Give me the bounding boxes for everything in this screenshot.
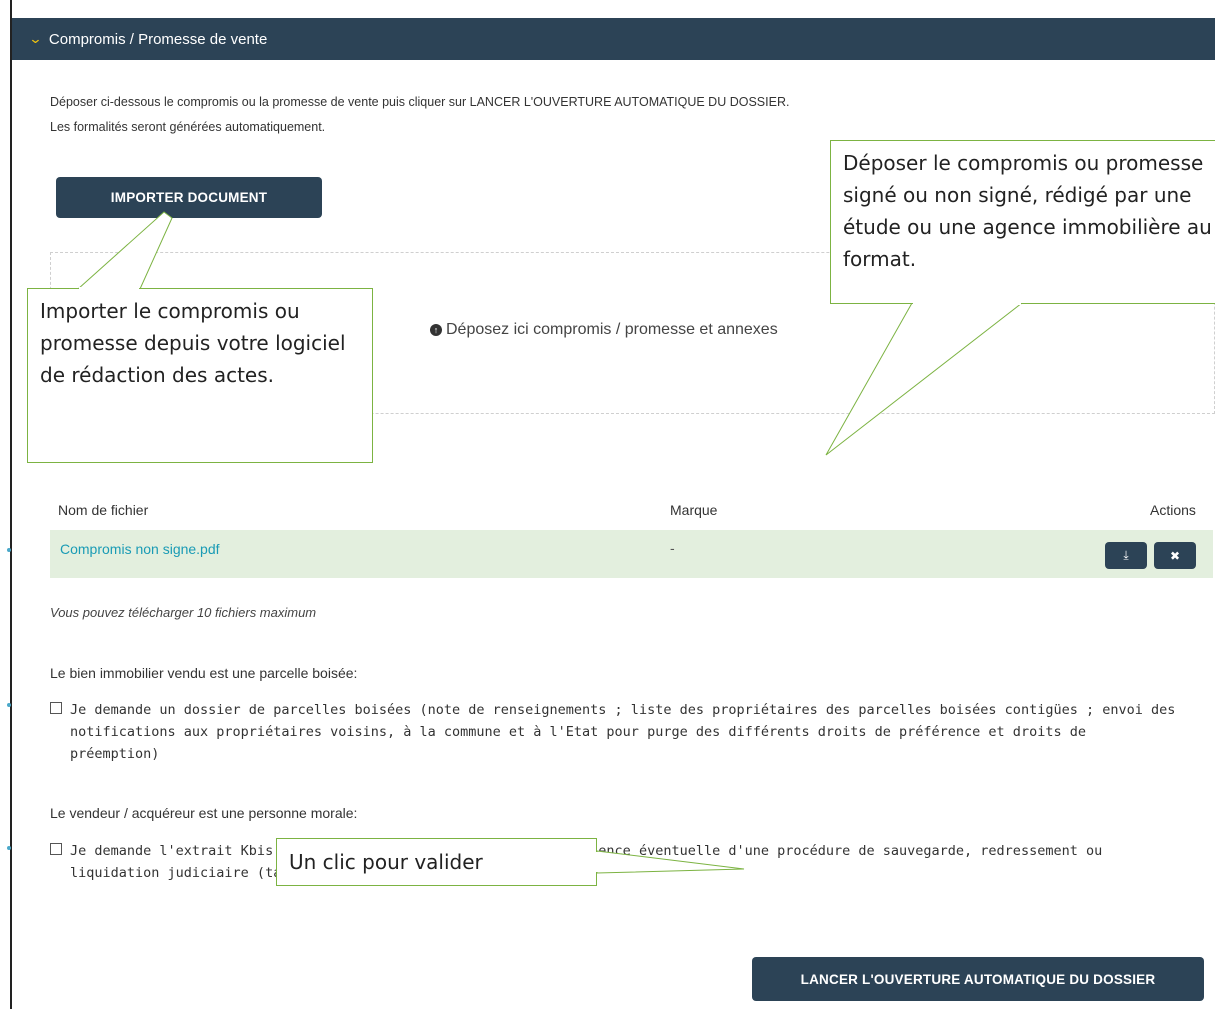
wooded-parcel-checkbox-label: Je demande un dossier de parcelles boisé…: [70, 702, 1176, 762]
intro-text-2: Les formalités seront générées automatiq…: [50, 120, 326, 134]
download-icon: ⤓: [1123, 548, 1129, 562]
column-header-mark: Marque: [670, 502, 718, 518]
drop-zone-label: Déposez ici compromis / promesse et anne…: [446, 321, 778, 338]
max-files-note: Vous pouvez télécharger 10 fichiers maxi…: [50, 605, 317, 620]
deposit-callout: Déposer le compromis ou promesse signé o…: [830, 140, 1215, 304]
legal-entity-checkbox[interactable]: [50, 843, 62, 855]
wooded-parcel-checkbox[interactable]: [50, 702, 62, 714]
validate-callout: Un clic pour valider: [276, 838, 597, 886]
drop-zone-text: ↑ Déposez ici compromis / promesse et ann…: [430, 321, 778, 339]
legal-entity-label: Le vendeur / acquéreur est une personne …: [50, 805, 358, 821]
close-icon: ✖: [1169, 548, 1181, 563]
column-header-filename: Nom de fichier: [58, 502, 149, 518]
wooded-parcel-label: Le bien immobilier vendu est une parcell…: [50, 665, 358, 681]
section-header[interactable]: ⌄ Compromis / Promesse de vente: [12, 18, 1215, 60]
file-link[interactable]: Compromis non signe.pdf: [60, 541, 220, 557]
edge-marker: [7, 548, 11, 552]
chevron-down-icon: ⌄: [28, 31, 43, 46]
upload-icon: ↑: [430, 324, 442, 336]
edge-marker: [7, 846, 11, 850]
launch-automatic-opening-label: LANCER L'OUVERTURE AUTOMATIQUE DU DOSSIE…: [800, 971, 1156, 987]
file-mark: -: [670, 540, 675, 556]
delete-button[interactable]: ✖: [1154, 542, 1196, 569]
pointer-joint: [913, 302, 1021, 305]
pointer-joint: [79, 287, 139, 290]
download-button[interactable]: ⤓: [1105, 542, 1147, 569]
wooded-parcel-option[interactable]: Je demande un dossier de parcelles boisé…: [50, 699, 1200, 765]
pointer-joint: [595, 852, 598, 872]
import-document-button[interactable]: IMPORTER DOCUMENT: [56, 177, 322, 218]
column-header-actions: Actions: [1150, 502, 1196, 518]
section-title: Compromis / Promesse de vente: [48, 30, 268, 48]
edge-marker: [7, 703, 11, 707]
import-callout: Importer le compromis ou promesse depuis…: [27, 288, 373, 463]
table-row: Compromis non signe.pdf - ⤓ ✖: [50, 530, 1213, 578]
intro-text-1: Déposer ci-dessous le compromis ou la pr…: [50, 95, 790, 109]
launch-automatic-opening-button[interactable]: LANCER L'OUVERTURE AUTOMATIQUE DU DOSSIE…: [752, 957, 1204, 1001]
legal-entity-checkbox-label: Je demande l'extrait Kbis et les informa…: [70, 843, 1103, 881]
legal-entity-option[interactable]: Je demande l'extrait Kbis et les informa…: [50, 840, 1200, 884]
import-document-label: IMPORTER DOCUMENT: [110, 190, 268, 205]
